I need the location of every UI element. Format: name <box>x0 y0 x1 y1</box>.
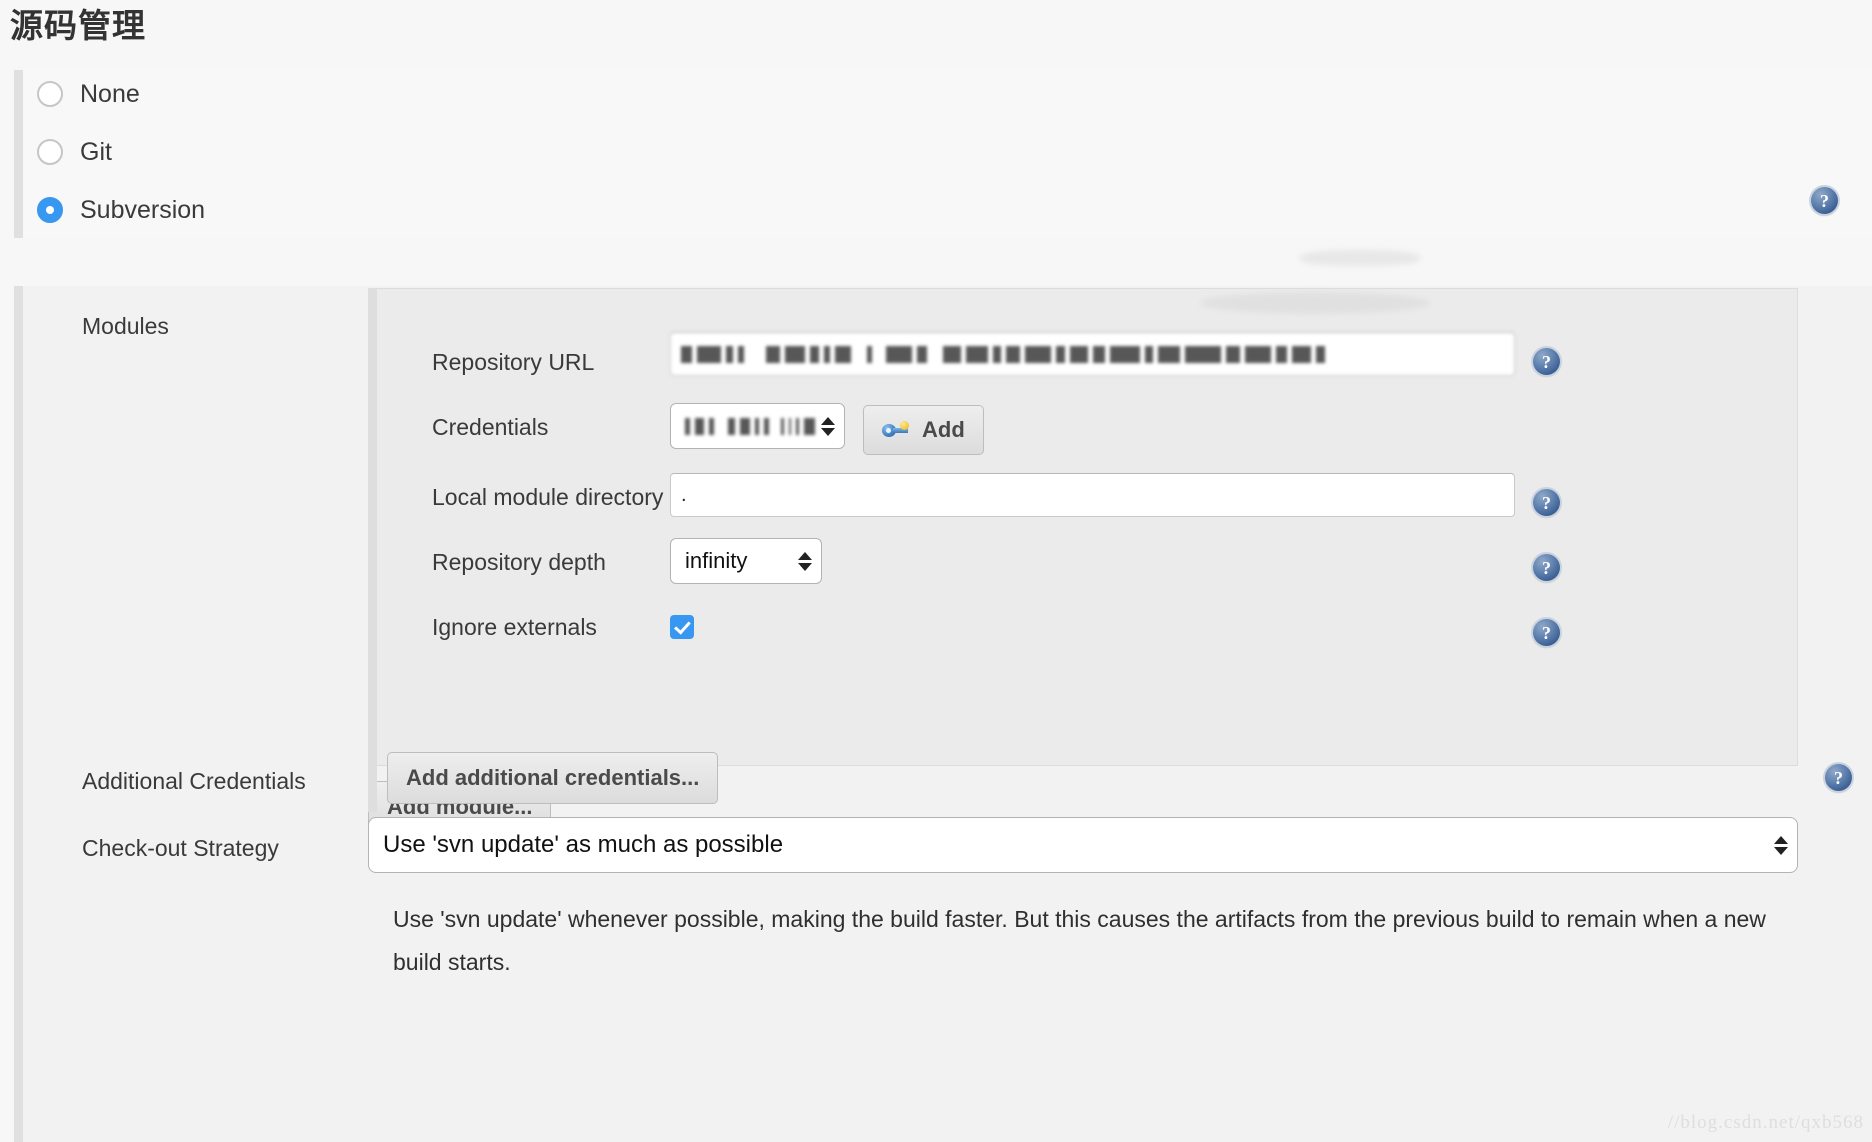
repository-depth-stepper-arrows-icon[interactable] <box>797 551 813 571</box>
credentials-select-value <box>685 414 820 438</box>
credentials-field[interactable] <box>670 397 845 449</box>
checkout-strategy-value: Use 'svn update' as much as possible <box>383 831 784 858</box>
scm-option-git[interactable]: Git <box>37 128 112 176</box>
key-icon <box>882 420 910 440</box>
local-module-directory-input[interactable] <box>670 473 1515 517</box>
local-module-directory-label: Local module directory <box>432 484 664 510</box>
credentials-stepper-arrows-icon[interactable] <box>820 416 836 436</box>
radio-none-icon[interactable] <box>37 81 63 107</box>
watermark-text: //blog.csdn.net/qxb568 <box>1667 1112 1864 1133</box>
field-row-ignore-externals: Ignore externals ? <box>377 597 1797 657</box>
add-additional-credentials-button[interactable]: Add additional credentials... <box>387 752 719 804</box>
help-icon-local-module-directory[interactable]: ? <box>1533 489 1560 516</box>
ignore-externals-checkbox[interactable] <box>670 615 694 639</box>
credentials-select[interactable] <box>670 403 845 449</box>
additional-credentials-label: Additional Credentials <box>82 768 306 794</box>
repository-url-input[interactable] <box>670 332 1515 376</box>
ignore-externals-label: Ignore externals <box>432 614 597 640</box>
checkout-strategy-label: Check-out Strategy <box>82 835 279 861</box>
scm-option-git-label: Git <box>80 138 112 166</box>
page-title: 源码管理 <box>10 7 146 44</box>
add-credentials-button-label: Add <box>922 417 965 442</box>
scm-option-none-label: None <box>80 80 140 108</box>
scm-option-subversion-label: Subversion <box>80 196 206 224</box>
modules-panel-wrapper: Repository URL ? Credentials Add Local m… <box>368 288 1798 766</box>
field-row-repository-url: Repository URL ? <box>377 332 1797 392</box>
checkout-strategy-stepper-arrows-icon[interactable] <box>1773 835 1789 855</box>
help-icon-repository-depth[interactable]: ? <box>1533 554 1560 581</box>
repository-url-label: Repository URL <box>432 349 595 375</box>
scm-option-none[interactable]: None <box>37 70 140 118</box>
add-credentials-button[interactable]: Add <box>863 405 984 455</box>
modules-panel: Repository URL ? Credentials Add Local m… <box>368 288 1798 766</box>
help-icon-additional-credentials[interactable]: ? <box>1825 764 1852 791</box>
field-row-repository-depth: Repository depth infinity ? <box>377 532 1797 592</box>
field-row-credentials: Credentials Add <box>377 397 1797 457</box>
local-module-directory-field[interactable] <box>670 467 1515 517</box>
field-row-local-module-directory: Local module directory ? <box>377 467 1797 527</box>
ignore-externals-field[interactable] <box>670 615 694 640</box>
credentials-label: Credentials <box>432 414 549 440</box>
repository-depth-label: Repository depth <box>432 549 606 575</box>
repository-depth-value: infinity <box>685 548 748 573</box>
scm-selection-block: None Git Subversion ? <box>14 70 1872 238</box>
checkout-strategy-select[interactable]: Use 'svn update' as much as possible <box>368 817 1798 873</box>
help-icon-repository-url[interactable]: ? <box>1533 348 1560 375</box>
subversion-config-form: Modules Repository URL ? Credentials Add… <box>14 286 1872 1142</box>
additional-credentials-accent-bar <box>368 752 377 812</box>
radio-subversion-icon[interactable] <box>37 197 63 223</box>
repository-depth-field[interactable]: infinity <box>670 532 822 584</box>
modules-label: Modules <box>82 313 169 339</box>
repository-url-field[interactable] <box>670 332 1515 376</box>
help-icon-subversion[interactable]: ? <box>1811 187 1838 214</box>
help-icon-ignore-externals[interactable]: ? <box>1533 619 1560 646</box>
repository-depth-select[interactable]: infinity <box>670 538 822 584</box>
checkout-strategy-description: Use 'svn update' whenever possible, maki… <box>393 906 1766 975</box>
radio-git-icon[interactable] <box>37 139 63 165</box>
scm-option-subversion[interactable]: Subversion <box>37 186 205 234</box>
